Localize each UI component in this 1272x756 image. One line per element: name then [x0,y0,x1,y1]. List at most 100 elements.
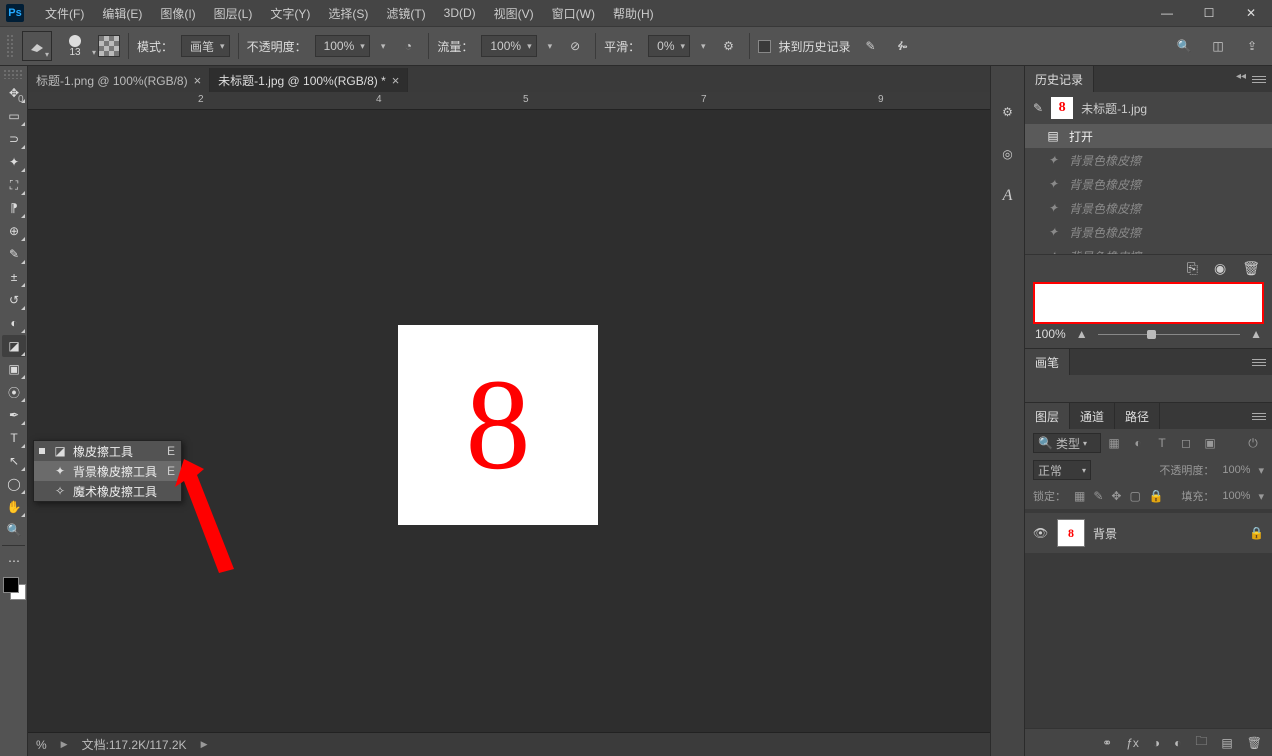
shape-tool[interactable]: ◯ [2,473,26,495]
crop-tool[interactable]: ⛶ [2,174,26,196]
blur-tool[interactable]: ⦿ [2,381,26,403]
filter-toggle[interactable]: ⏻ [1242,433,1264,453]
history-item[interactable]: ✦背景色橡皮擦 [1025,196,1272,220]
panel-menu-icon[interactable] [1252,409,1266,423]
gear-icon[interactable]: ⚙ [717,34,741,58]
history-list[interactable]: ▤打开 ✦背景色橡皮擦 ✦背景色橡皮擦 ✦背景色橡皮擦 ✦背景色橡皮擦 ✦背景色… [1025,124,1272,254]
pressure-opacity-icon[interactable]: ◔ [396,34,420,58]
healing-tool[interactable]: ⊕ [2,220,26,242]
blend-mode-select[interactable]: 正常▾ [1033,460,1091,480]
new-document-from-state-icon[interactable]: ⎘ [1187,260,1198,277]
status-zoom[interactable]: % [36,738,47,752]
brush-tool[interactable]: ✎ [2,243,26,265]
visibility-icon[interactable]: 👁 [1033,526,1049,540]
lock-paint-icon[interactable]: ✎ [1093,489,1103,503]
zoom-out-icon[interactable]: ▲ [1076,327,1088,341]
magic-eraser-tool-option[interactable]: ✧ 魔术橡皮擦工具 [34,481,181,501]
snapshot-icon[interactable]: ◉ [1214,260,1226,277]
eraser-tool[interactable]: ◪ [2,335,26,357]
pressure-size-icon[interactable]: ✎ [859,34,883,58]
chevron-down-icon[interactable]: ▾ [545,41,556,52]
filter-adjust-icon[interactable]: ◐ [1127,433,1149,453]
menu-layer[interactable]: 图层(L) [205,0,262,26]
chevron-right-icon[interactable]: ▶ [201,739,208,750]
zoom-tool[interactable]: 🔍 [2,519,26,541]
menu-select[interactable]: 选择(S) [319,0,377,26]
document-tab[interactable]: 标题-1.png @ 100%(RGB/8) × [28,68,210,92]
smooth-value[interactable]: 0%▾ [648,35,690,57]
erase-history-checkbox[interactable] [758,40,771,53]
tab-history[interactable]: 历史记录 [1025,66,1094,92]
horizontal-ruler[interactable]: 0 2 4 5 7 9 [28,92,990,110]
tab-layers[interactable]: 图层 [1025,403,1070,429]
menu-filter[interactable]: 滤镜(T) [377,0,434,26]
lock-position-icon[interactable]: ✥ [1111,489,1121,503]
lock-pixels-icon[interactable]: ▦ [1074,489,1085,503]
gradient-tool[interactable]: ▣ [2,358,26,380]
history-item[interactable]: ▤打开 [1025,124,1272,148]
background-eraser-tool-option[interactable]: ✦ 背景橡皮擦工具 E [34,461,181,481]
chevron-down-icon[interactable]: ▾ [378,41,389,52]
opacity-value[interactable]: 100% [1222,464,1250,476]
zoom-in-icon[interactable]: ▲ [1250,327,1262,341]
status-docsize[interactable]: 文档:117.2K/117.2K [82,736,187,753]
canvas-area[interactable]: 8 [28,110,990,732]
menu-type[interactable]: 文字(Y) [261,0,319,26]
menu-window[interactable]: 窗口(W) [543,0,604,26]
workspace-icon[interactable]: ◫ [1206,34,1230,58]
fill-value[interactable]: 100% [1222,490,1250,502]
panel-menu-icon[interactable] [1252,355,1266,369]
type-tool[interactable]: T [2,427,26,449]
brush-panel-toggle[interactable] [98,35,120,57]
canvas[interactable]: 8 [398,325,598,525]
tab-paths[interactable]: 路径 [1115,403,1160,429]
filter-shape-icon[interactable]: ◻ [1175,433,1197,453]
window-restore[interactable]: ☐ [1188,0,1230,26]
window-minimize[interactable]: — [1146,0,1188,26]
lasso-tool[interactable]: ⊃ [2,128,26,150]
color-swatches[interactable] [2,576,25,610]
trash-icon[interactable]: 🗑 [1247,736,1262,750]
path-select-tool[interactable]: ↖ [2,450,26,472]
menu-help[interactable]: 帮助(H) [604,0,663,26]
trash-icon[interactable]: 🗑 [1242,260,1260,277]
menu-file[interactable]: 文件(F) [36,0,93,26]
close-icon[interactable]: × [392,73,400,88]
hand-tool[interactable]: ✋ [2,496,26,518]
layer-list[interactable]: 👁 8 背景 🔒 [1025,509,1272,728]
foreground-color[interactable] [3,577,19,593]
optbar-grip[interactable] [6,34,14,58]
layer-item[interactable]: 👁 8 背景 🔒 [1025,513,1272,553]
opacity-value[interactable]: 100%▾ [315,35,370,57]
fx-icon[interactable]: ƒx [1126,736,1139,750]
history-item[interactable]: ✦背景色橡皮擦 [1025,148,1272,172]
current-tool-preview[interactable]: ▾ [22,31,52,61]
history-item[interactable]: ✦背景色橡皮擦 [1025,244,1272,254]
character-icon[interactable]: A [995,183,1021,209]
history-brush-tool[interactable]: ↺ [2,289,26,311]
history-item[interactable]: ✦背景色橡皮擦 [1025,172,1272,196]
lock-all-icon[interactable]: 🔒 [1149,489,1164,503]
mask-icon[interactable]: ◑ [1153,736,1160,750]
filter-type-icon[interactable]: T [1151,433,1173,453]
search-icon[interactable]: 🔍 [1172,34,1196,58]
marquee-tool[interactable]: ▭ [2,105,26,127]
chevron-down-icon[interactable]: ▾ [698,41,709,52]
edit-toolbar[interactable]: ⋯ [2,550,26,572]
filter-pixel-icon[interactable]: ▦ [1103,433,1125,453]
filter-smart-icon[interactable]: ▣ [1199,433,1221,453]
airbrush-icon[interactable]: ⊘ [563,34,587,58]
tab-channels[interactable]: 通道 [1070,403,1115,429]
menu-edit[interactable]: 编辑(E) [93,0,151,26]
document-tab[interactable]: 未标题-1.jpg @ 100%(RGB/8) * × [210,68,408,92]
menu-3d[interactable]: 3D(D) [435,0,485,26]
zoom-slider[interactable] [1098,334,1241,335]
brush-preset[interactable]: 13 ▾ [60,35,90,58]
symmetry-icon[interactable]: ᎊ [891,34,915,58]
layer-kind-filter[interactable]: 🔍类型▾ [1033,433,1101,453]
group-icon[interactable]: 🗀 [1195,732,1207,753]
menu-view[interactable]: 视图(V) [485,0,543,26]
eraser-tool-option[interactable]: ◪ 橡皮擦工具 E [34,441,181,461]
close-icon[interactable]: × [194,73,202,88]
link-icon[interactable]: ⚭ [1102,736,1112,750]
